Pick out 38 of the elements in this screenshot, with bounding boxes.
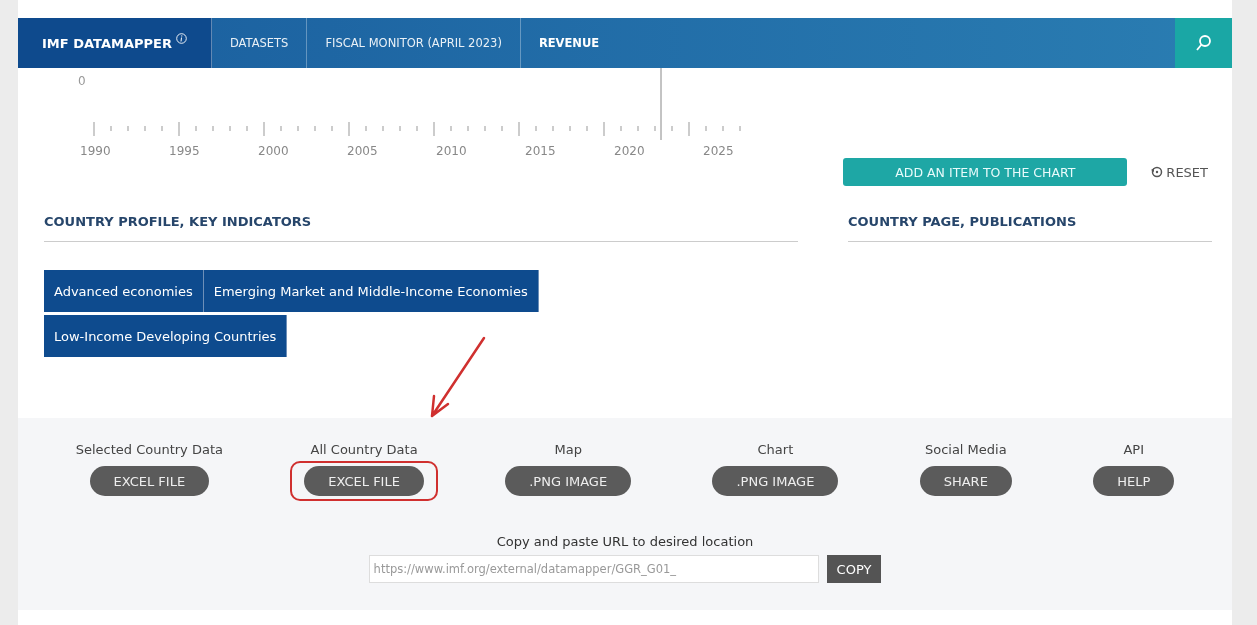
nav-tab[interactable]: FISCAL MONITOR (APRIL 2023): [307, 18, 521, 68]
reset-icon: [1151, 166, 1164, 178]
search-icon: [1194, 34, 1213, 52]
axis-label: 2025: [703, 144, 735, 158]
url-field[interactable]: https://www.imf.org/external/datamapper/GGR_G01_: [368, 555, 819, 583]
axis-label: 0: [78, 74, 86, 88]
axis-label: 1990: [80, 144, 112, 158]
axis-label: 2005: [347, 144, 379, 158]
reset-button[interactable]: RESET: [1145, 158, 1214, 186]
download-label: All Country Data: [310, 442, 418, 457]
country-group-button[interactable]: Advanced economies: [44, 270, 204, 312]
section-heading: COUNTRY PAGE, PUBLICATIONS: [848, 214, 1212, 242]
axis-label: 2000: [258, 144, 290, 158]
copy-button[interactable]: COPY: [826, 555, 882, 583]
download-button[interactable]: HELP: [1093, 466, 1175, 496]
download-button[interactable]: SHARE: [919, 466, 1012, 496]
axis-label: 2010: [436, 144, 468, 158]
url-label: Copy and paste URL to desired location: [496, 534, 754, 549]
info-icon[interactable]: [175, 32, 187, 44]
nav-tab[interactable]: DATASETS: [211, 18, 308, 68]
download-button[interactable]: .PNG IMAGE: [505, 466, 632, 496]
download-label: Social Media: [924, 442, 1007, 457]
nav-tab[interactable]: IMF DATAMAPPER: [18, 18, 212, 68]
nav-tab[interactable]: REVENUE: [520, 18, 618, 68]
download-button[interactable]: .PNG IMAGE: [712, 466, 839, 496]
download-label: Map: [554, 442, 582, 457]
download-label: API: [1123, 442, 1145, 457]
download-label: Chart: [757, 442, 794, 457]
year-marker-line: [660, 68, 662, 140]
axis-label: 2015: [525, 144, 557, 158]
country-group-button[interactable]: Low-Income Developing Countries: [44, 315, 288, 357]
section-heading: COUNTRY PROFILE, KEY INDICATORS: [44, 214, 798, 242]
download-label: Selected Country Data: [75, 442, 223, 457]
download-button[interactable]: EXCEL FILE: [304, 466, 424, 496]
download-button[interactable]: EXCEL FILE: [89, 466, 210, 496]
country-group-button[interactable]: Emerging Market and Middle-Income Economies: [203, 270, 539, 312]
axis-label: 2020: [614, 144, 646, 158]
axis-label: 1995: [169, 144, 201, 158]
